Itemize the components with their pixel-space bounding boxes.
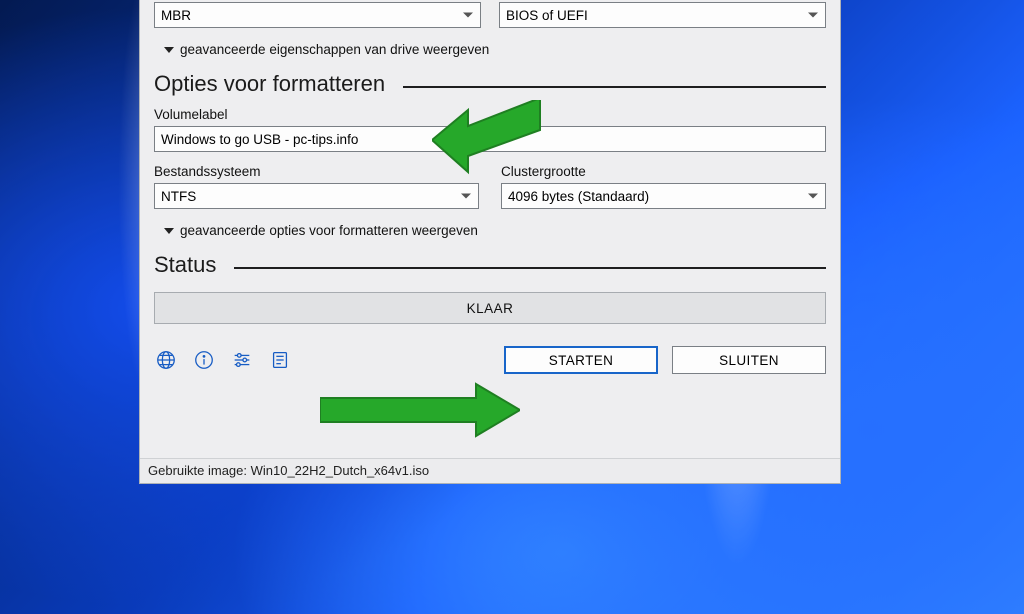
- partition-scheme-select[interactable]: MBR: [154, 2, 481, 28]
- footer-row: STARTEN SLUITEN: [154, 346, 826, 374]
- section-rule: [234, 267, 826, 269]
- chevron-down-icon: [164, 228, 174, 234]
- format-section-title: Opties voor formatteren: [154, 71, 385, 97]
- info-icon[interactable]: [192, 348, 216, 372]
- format-section-header: Opties voor formatteren: [154, 71, 826, 97]
- chevron-down-icon: [164, 47, 174, 53]
- filesystem-select[interactable]: NTFS: [154, 183, 479, 209]
- log-icon[interactable]: [268, 348, 292, 372]
- volume-label-label: Volumelabel: [154, 107, 826, 122]
- image-used-text: Gebruikte image: Win10_22H2_Dutch_x64v1.…: [148, 463, 429, 478]
- advanced-drive-label: geavanceerde eigenschappen van drive wee…: [180, 42, 489, 57]
- start-button[interactable]: STARTEN: [504, 346, 658, 374]
- volume-label-input[interactable]: [154, 126, 826, 152]
- rufus-window: MBR BIOS of UEFI geavanceerde eigenschap…: [139, 0, 841, 484]
- top-dropdown-row: MBR BIOS of UEFI: [154, 2, 826, 28]
- status-bar: KLAAR: [154, 292, 826, 324]
- close-button[interactable]: SLUITEN: [672, 346, 826, 374]
- cluster-size-label: Clustergrootte: [501, 164, 826, 179]
- section-rule: [403, 86, 826, 88]
- target-system-select[interactable]: BIOS of UEFI: [499, 2, 826, 28]
- advanced-format-label: geavanceerde opties voor formatteren wee…: [180, 223, 478, 238]
- status-text: KLAAR: [467, 301, 514, 316]
- window-statusbar: Gebruikte image: Win10_22H2_Dutch_x64v1.…: [140, 458, 840, 483]
- advanced-format-expander[interactable]: geavanceerde opties voor formatteren wee…: [164, 223, 826, 238]
- cluster-size-select[interactable]: 4096 bytes (Standaard): [501, 183, 826, 209]
- globe-icon[interactable]: [154, 348, 178, 372]
- advanced-drive-expander[interactable]: geavanceerde eigenschappen van drive wee…: [164, 42, 826, 57]
- status-section-title: Status: [154, 252, 216, 278]
- filesystem-label: Bestandssysteem: [154, 164, 479, 179]
- status-section-header: Status: [154, 252, 826, 278]
- settings-sliders-icon[interactable]: [230, 348, 254, 372]
